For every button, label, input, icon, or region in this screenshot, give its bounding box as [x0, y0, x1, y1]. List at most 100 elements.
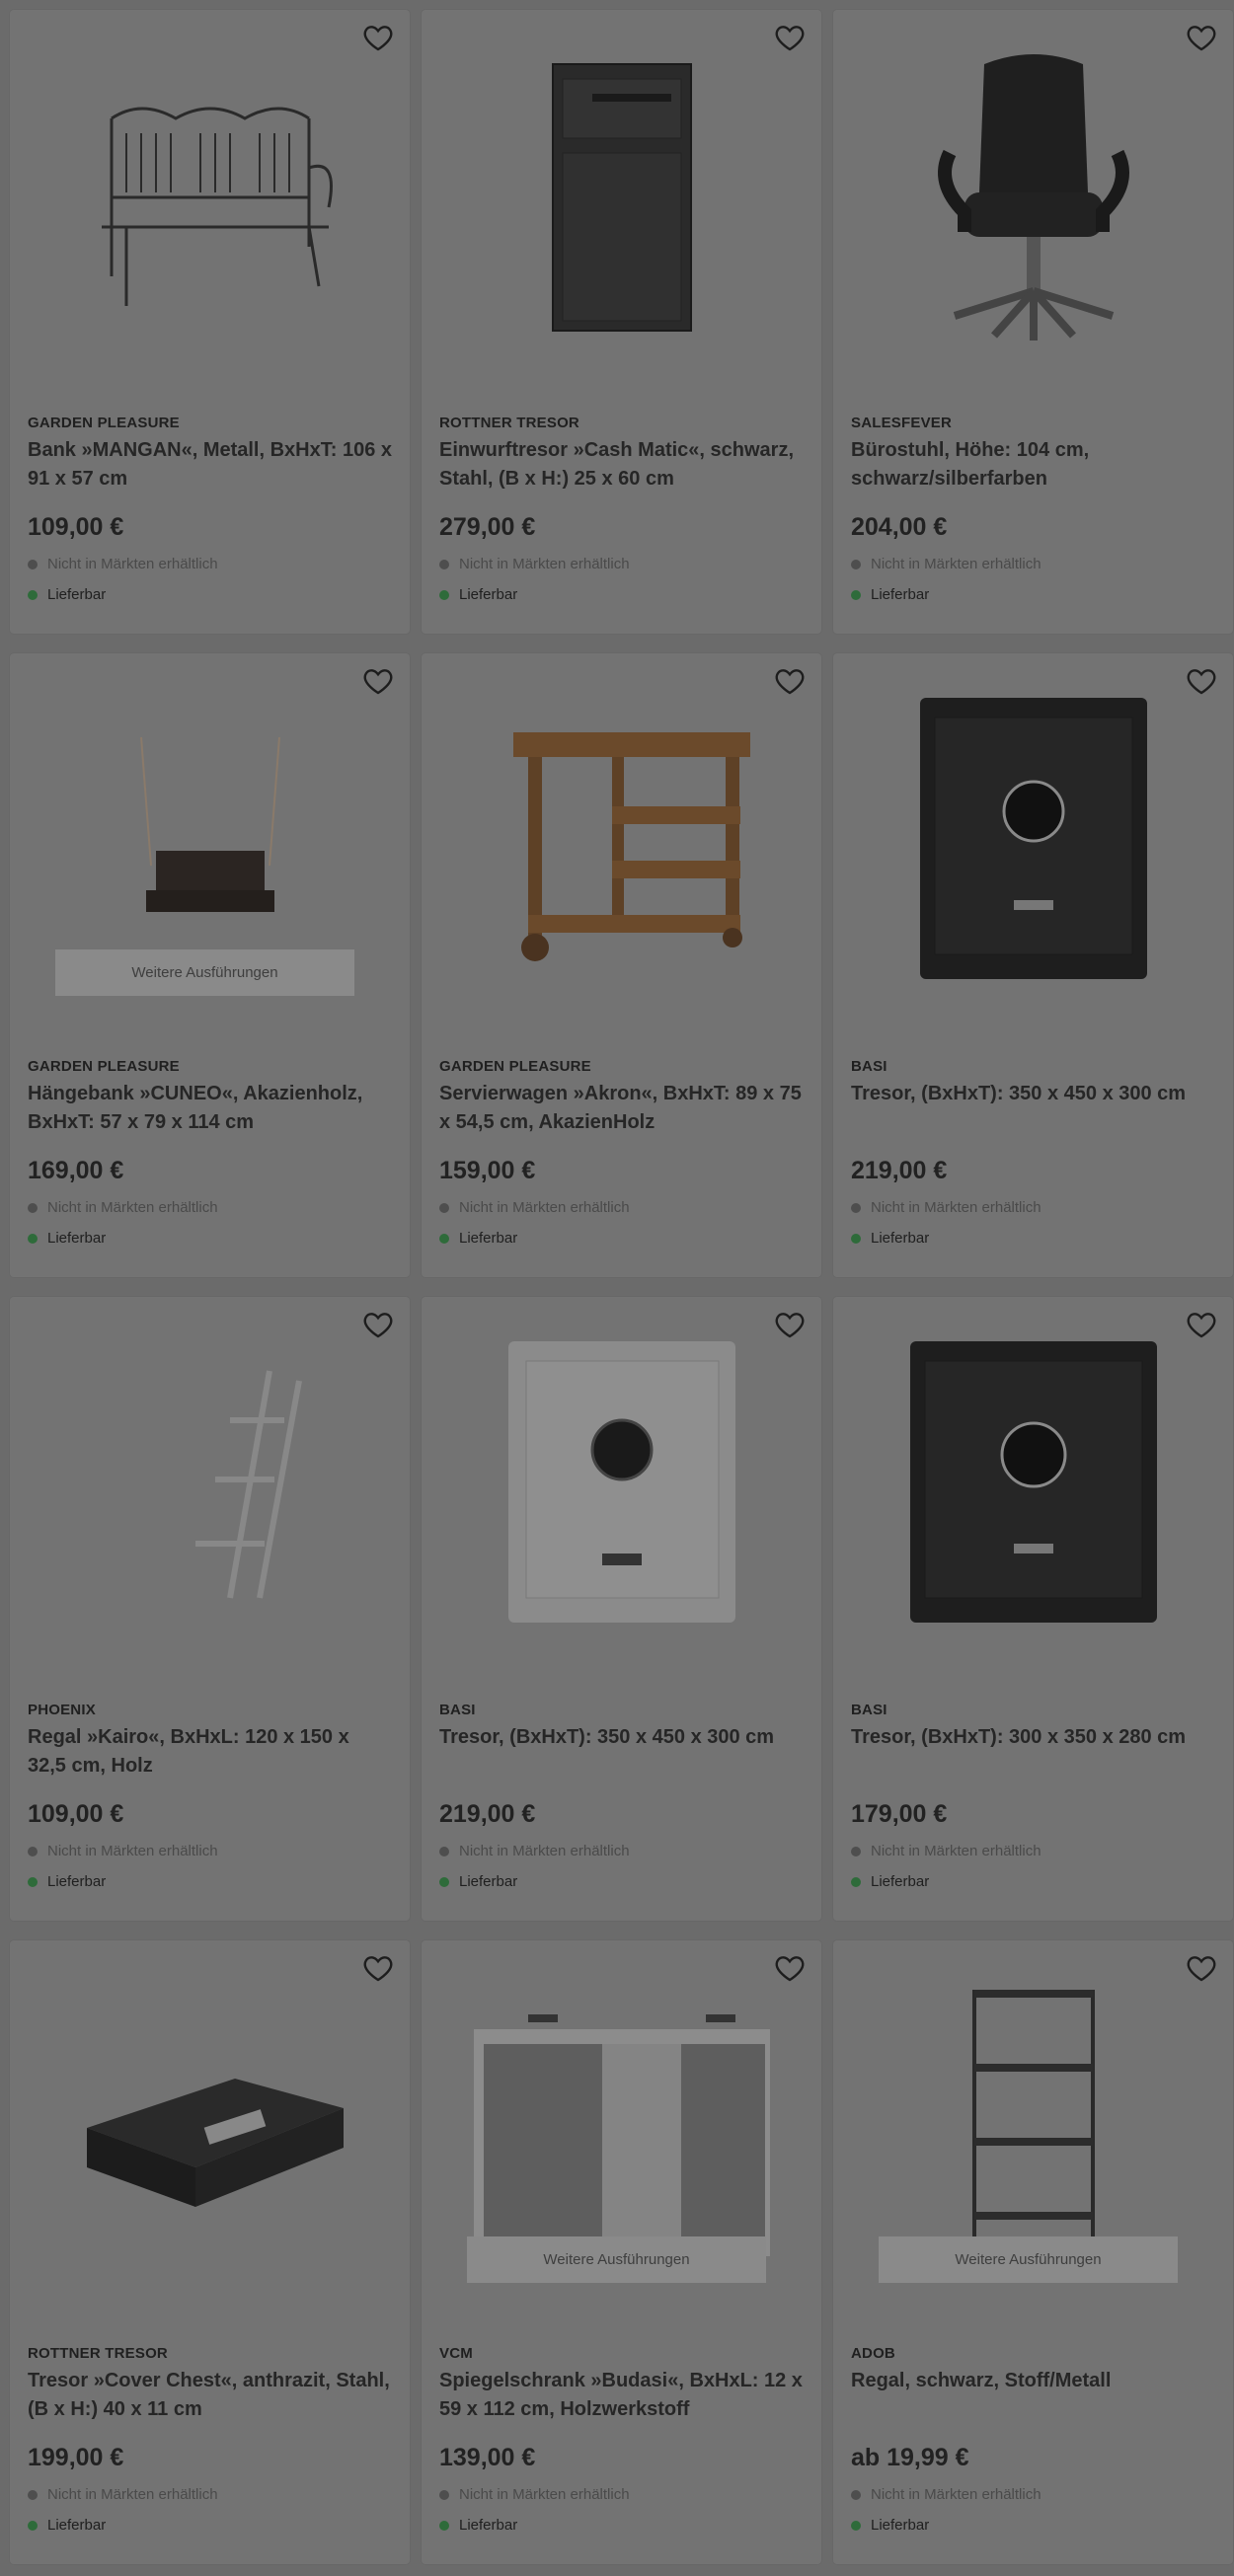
- delivery-availability: Lieferbar: [851, 586, 929, 603]
- product-price: ab 19,99 €: [851, 2444, 969, 2471]
- product-card[interactable]: BASI Tresor, (BxHxT): 350 x 450 x 300 cm…: [833, 653, 1233, 1277]
- black-safe-image[interactable]: [833, 1297, 1233, 1672]
- product-card[interactable]: ROTTNER TRESOR Einwurftresor »Cash Matic…: [422, 10, 821, 634]
- product-price: 109,00 €: [28, 1800, 124, 1828]
- status-dot: [28, 1846, 38, 1856]
- deposit-safe-image[interactable]: [422, 10, 821, 385]
- product-card[interactable]: BASI Tresor, (BxHxT): 300 x 350 x 280 cm…: [833, 1297, 1233, 1921]
- store-availability: Nicht in Märkten erhältlich: [851, 556, 1041, 572]
- delivery-availability-label: Lieferbar: [47, 2517, 107, 2534]
- status-dot: [28, 1876, 38, 1887]
- heart-icon[interactable]: [1186, 1952, 1217, 1984]
- metal-garden-bench-image[interactable]: [10, 10, 410, 385]
- delivery-availability: Lieferbar: [28, 1873, 106, 1890]
- store-availability-label: Nicht in Märkten erhältlich: [459, 2486, 630, 2503]
- status-dot: [851, 1846, 861, 1856]
- product-card[interactable]: BASI Tresor, (BxHxT): 350 x 450 x 300 cm…: [422, 1297, 821, 1921]
- heart-icon[interactable]: [362, 665, 394, 697]
- heart-icon[interactable]: [362, 1952, 394, 1984]
- store-availability: Nicht in Märkten erhältlich: [439, 1843, 630, 1859]
- more-versions-button[interactable]: Weitere Ausführungen: [467, 2236, 766, 2283]
- product-title[interactable]: Servierwagen »Akron«, BxHxT: 89 x 75 x 5…: [439, 1080, 805, 1137]
- product-card[interactable]: Weitere Ausführungen GARDEN PLEASURE Hän…: [10, 653, 410, 1277]
- white-safe-image[interactable]: [422, 1297, 821, 1672]
- product-card[interactable]: Weitere Ausführungen ADOB Regal, schwarz…: [833, 1940, 1233, 2564]
- serving-cart-image[interactable]: [422, 653, 821, 1028]
- more-versions-button[interactable]: Weitere Ausführungen: [55, 949, 354, 996]
- delivery-availability-label: Lieferbar: [871, 1873, 930, 1890]
- status-dot: [851, 1233, 861, 1244]
- heart-icon[interactable]: [774, 22, 806, 53]
- product-title[interactable]: Einwurftresor »Cash Matic«, schwarz, Sta…: [439, 436, 805, 493]
- more-versions-label: Weitere Ausführungen: [131, 964, 278, 981]
- flat-safe-image[interactable]: [10, 1940, 410, 2315]
- office-chair-image[interactable]: [833, 10, 1233, 385]
- product-brand: GARDEN PLEASURE: [28, 1058, 180, 1075]
- status-dot: [28, 559, 38, 569]
- heart-icon[interactable]: [774, 665, 806, 697]
- product-title[interactable]: Tresor, (BxHxT): 300 x 350 x 280 cm: [851, 1723, 1216, 1752]
- heart-icon[interactable]: [774, 1309, 806, 1340]
- delivery-availability-label: Lieferbar: [47, 1873, 107, 1890]
- product-price: 179,00 €: [851, 1800, 948, 1828]
- product-title[interactable]: Bank »MANGAN«, Metall, BxHxT: 106 x 91 x…: [28, 436, 393, 493]
- status-dot: [851, 1876, 861, 1887]
- black-safe-image[interactable]: [833, 653, 1233, 1028]
- more-versions-label: Weitere Ausführungen: [955, 2251, 1102, 2268]
- store-availability: Nicht in Märkten erhältlich: [439, 2486, 630, 2503]
- product-title[interactable]: Hängebank »CUNEO«, Akazienholz, BxHxT: 5…: [28, 1080, 393, 1137]
- product-title[interactable]: Spiegelschrank »Budasi«, BxHxL: 12 x 59 …: [439, 2367, 805, 2424]
- product-card[interactable]: Weitere Ausführungen VCM Spiegelschrank …: [422, 1940, 821, 2564]
- store-availability: Nicht in Märkten erhältlich: [439, 556, 630, 572]
- product-price: 169,00 €: [28, 1157, 124, 1184]
- product-price: 279,00 €: [439, 513, 536, 541]
- status-dot: [28, 2520, 38, 2531]
- product-price: 109,00 €: [28, 513, 124, 541]
- delivery-availability-label: Lieferbar: [47, 1230, 107, 1247]
- delivery-availability-label: Lieferbar: [459, 2517, 518, 2534]
- delivery-availability-label: Lieferbar: [871, 1230, 930, 1247]
- product-price: 219,00 €: [439, 1800, 536, 1828]
- store-availability: Nicht in Märkten erhältlich: [28, 2486, 218, 2503]
- delivery-availability: Lieferbar: [851, 2517, 929, 2534]
- heart-icon[interactable]: [1186, 665, 1217, 697]
- product-card[interactable]: GARDEN PLEASURE Servierwagen »Akron«, Bx…: [422, 653, 821, 1277]
- store-availability-label: Nicht in Märkten erhältlich: [871, 1843, 1041, 1859]
- product-brand: BASI: [851, 1058, 887, 1075]
- store-availability-label: Nicht in Märkten erhältlich: [47, 1199, 218, 1216]
- product-price: 199,00 €: [28, 2444, 124, 2471]
- heart-icon[interactable]: [1186, 22, 1217, 53]
- delivery-availability-label: Lieferbar: [459, 1873, 518, 1890]
- product-title[interactable]: Tresor »Cover Chest«, anthrazit, Stahl, …: [28, 2367, 393, 2424]
- product-card[interactable]: PHOENIX Regal »Kairo«, BxHxL: 120 x 150 …: [10, 1297, 410, 1921]
- status-dot: [851, 559, 861, 569]
- heart-icon[interactable]: [774, 1952, 806, 1984]
- product-price: 139,00 €: [439, 2444, 536, 2471]
- store-availability-label: Nicht in Märkten erhältlich: [47, 1843, 218, 1859]
- delivery-availability: Lieferbar: [851, 1873, 929, 1890]
- product-brand: BASI: [851, 1702, 887, 1718]
- store-availability: Nicht in Märkten erhältlich: [28, 556, 218, 572]
- product-title[interactable]: Tresor, (BxHxT): 350 x 450 x 300 cm: [851, 1080, 1216, 1108]
- heart-icon[interactable]: [362, 22, 394, 53]
- product-brand: SALESFEVER: [851, 415, 953, 431]
- product-card[interactable]: ROTTNER TRESOR Tresor »Cover Chest«, ant…: [10, 1940, 410, 2564]
- delivery-availability: Lieferbar: [28, 1230, 106, 1247]
- store-availability: Nicht in Märkten erhältlich: [28, 1199, 218, 1216]
- product-title[interactable]: Regal »Kairo«, BxHxL: 120 x 150 x 32,5 c…: [28, 1723, 393, 1780]
- product-card[interactable]: GARDEN PLEASURE Bank »MANGAN«, Metall, B…: [10, 10, 410, 634]
- product-brand: VCM: [439, 2345, 473, 2362]
- store-availability: Nicht in Märkten erhältlich: [851, 1199, 1041, 1216]
- store-availability-label: Nicht in Märkten erhältlich: [871, 1199, 1041, 1216]
- delivery-availability-label: Lieferbar: [459, 586, 518, 603]
- delivery-availability: Lieferbar: [439, 1873, 517, 1890]
- product-title[interactable]: Regal, schwarz, Stoff/Metall: [851, 2367, 1216, 2395]
- product-title[interactable]: Bürostuhl, Höhe: 104 cm, schwarz/silberf…: [851, 436, 1216, 493]
- more-versions-button[interactable]: Weitere Ausführungen: [879, 2236, 1178, 2283]
- product-card[interactable]: SALESFEVER Bürostuhl, Höhe: 104 cm, schw…: [833, 10, 1233, 634]
- heart-icon[interactable]: [362, 1309, 394, 1340]
- delivery-availability: Lieferbar: [851, 1230, 929, 1247]
- heart-icon[interactable]: [1186, 1309, 1217, 1340]
- ladder-shelf-image[interactable]: [10, 1297, 410, 1672]
- product-title[interactable]: Tresor, (BxHxT): 350 x 450 x 300 cm: [439, 1723, 805, 1752]
